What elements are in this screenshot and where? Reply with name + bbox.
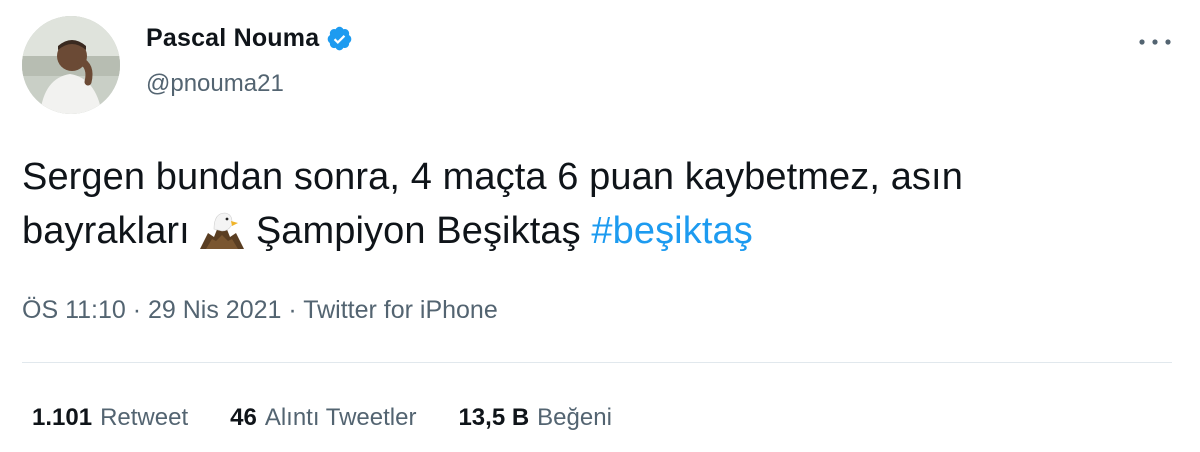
tweet-text-line-1: Sergen bundan sonra, 4 maçta 6 puan kayb… [22,156,963,198]
tweet-source[interactable]: Twitter for iPhone [303,296,498,324]
retweets-stat[interactable]: 1.101 Retweet [32,404,188,432]
quotes-stat[interactable]: 46 Alıntı Tweetler [230,404,416,432]
tweet-date[interactable]: 29 Nis 2021 [148,296,281,324]
author-handle[interactable]: @pnouma21 [146,70,284,98]
meta-separator: · [281,296,304,324]
retweets-label: Retweet [100,404,189,431]
quotes-count: 46 [230,404,257,431]
author-name[interactable]: Pascal Nouma [146,24,319,53]
likes-stat[interactable]: 13,5 B Beğeni [458,404,611,432]
tweet-meta: ÖS 11:10 · 29 Nis 2021 · Twitter for iPh… [22,296,498,325]
tweet-text-line-2: bayrakları Şampiyon Beşiktaş #beşiktaş [22,204,1172,258]
meta-separator: · [125,296,148,324]
tweet-text: Sergen bundan sonra, 4 maçta 6 puan kayb… [22,150,1172,258]
avatar[interactable] [22,16,120,114]
divider [22,362,1172,363]
likes-label: Beğeni [537,404,612,431]
author-name-row: Pascal Nouma [146,24,353,53]
tweet-text-segment-2: Şampiyon Beşiktaş [255,210,581,252]
more-options-button[interactable] [1135,30,1175,54]
tweet-card: Pascal Nouma @pnouma21 Sergen bundan son… [0,0,1200,452]
eagle-icon [198,209,246,249]
likes-count: 13,5 B [458,404,530,431]
tweet-stats: 1.101 Retweet 46 Alıntı Tweetler 13,5 B Beğ… [32,404,654,432]
quotes-label: Alıntı Tweetler [264,404,417,431]
verified-badge-icon [326,25,353,52]
hashtag-link[interactable]: #beşiktaş [591,210,752,252]
more-dots-icon [1139,39,1171,45]
tweet-time[interactable]: ÖS 11:10 [22,296,126,324]
retweets-count: 1.101 [32,404,93,431]
tweet-text-segment: bayrakları [22,210,190,252]
